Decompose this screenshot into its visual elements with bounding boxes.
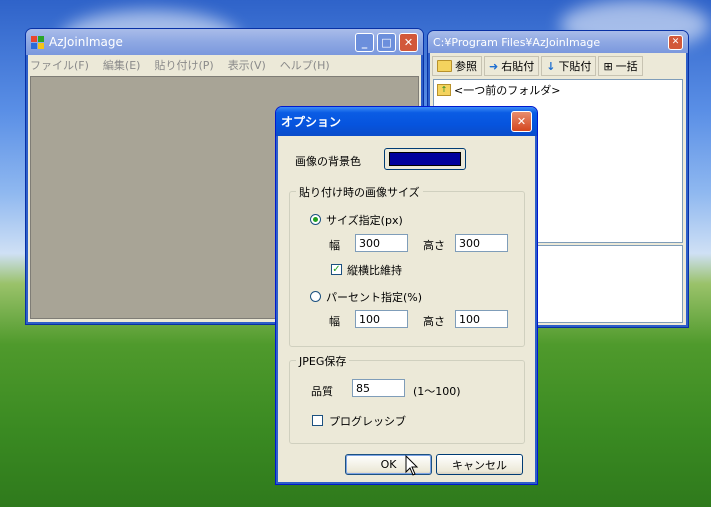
options-dialog-titlebar[interactable]: オプション ✕ [276,107,537,136]
batch-label: 一括 [615,60,638,73]
main-window-title: AzJoinImage [49,35,123,49]
percent-height-input[interactable]: 100 [455,310,508,328]
menu-file[interactable]: ファイル(F) [30,57,89,73]
height-input[interactable]: 300 [455,234,508,252]
close-icon: ✕ [403,35,414,49]
paste-down-label: 下貼付 [558,60,592,73]
folder-icon [437,60,452,72]
menu-paste[interactable]: 貼り付け(P) [154,57,213,73]
arrow-down-icon: ↓ [546,59,556,73]
percent-width-input[interactable]: 100 [355,310,408,328]
menu-view[interactable]: 表示(V) [228,57,266,73]
width-input[interactable]: 300 [355,234,408,252]
grid-icon: ⊞ [603,59,613,73]
menu-help[interactable]: ヘルプ(H) [280,57,330,73]
up-folder-icon: ↑ [437,84,451,96]
batch-button[interactable]: ⊞ 一括 [598,56,643,76]
quality-input[interactable]: 85 [352,379,405,397]
mouse-cursor-icon [405,455,419,476]
cancel-label: キャンセル [452,458,507,472]
progressive-label: プログレッシブ [329,415,406,428]
bg-color-label: 画像の背景色 [295,155,361,168]
bg-color-swatch [389,152,461,166]
browse-button[interactable]: 参照 [432,56,482,76]
minimize-icon: _ [361,35,368,49]
options-dialog-title: オプション [281,115,342,129]
bg-color-button[interactable] [384,148,466,170]
size-radio-label: サイズ指定(px) [326,214,403,227]
ok-label: OK [380,458,397,471]
jpeg-group: JPEG保存 [289,353,525,444]
width-label: 幅 [329,239,340,252]
quality-range-label: (1～100) [413,385,461,398]
paste-right-button[interactable]: ➜ 右貼付 [484,56,540,76]
app-icon [31,35,44,49]
main-menubar: ファイル(F) 編集(E) 貼り付け(P) 表示(V) ヘルプ(H) [26,55,423,75]
arrow-right-icon: ➜ [489,59,499,73]
jpeg-legend: JPEG保存 [296,353,350,369]
keep-ratio-checkbox[interactable]: ✓ [331,264,342,275]
close-button[interactable]: ✕ [399,32,418,52]
maximize-button[interactable]: □ [377,32,396,52]
percent-radio[interactable] [310,291,321,302]
cancel-button[interactable]: キャンセル [436,454,523,475]
browser-window-titlebar[interactable]: C:¥Program Files¥AzJoinImage ✕ [428,31,688,53]
paste-right-label: 右貼付 [501,60,535,73]
list-item[interactable]: ↑ <一つ前のフォルダ> [434,80,682,100]
height-label: 高さ [423,239,445,252]
percent-height-label: 高さ [423,315,445,328]
percent-width-label: 幅 [329,315,340,328]
close-icon: ✕ [671,37,680,47]
progressive-checkbox[interactable] [312,415,323,426]
parent-folder-label: <一つ前のフォルダ> [454,84,561,97]
paste-down-button[interactable]: ↓ 下貼付 [541,56,597,76]
keep-ratio-label: 縦横比維持 [347,264,402,277]
browser-toolbar: 参照 ➜ 右貼付 ↓ 下貼付 ⊞ 一括 [428,53,688,79]
paste-size-legend: 貼り付け時の画像サイズ [296,184,423,200]
quality-label: 品質 [311,385,333,398]
browser-close-button[interactable]: ✕ [668,34,683,50]
size-radio[interactable] [310,214,321,225]
dialog-close-button[interactable]: ✕ [511,111,532,132]
close-icon: ✕ [516,115,527,128]
percent-radio-label: パーセント指定(%) [326,291,423,304]
maximize-icon: □ [381,35,392,49]
menu-edit[interactable]: 編集(E) [103,57,141,73]
browse-label: 参照 [455,60,477,73]
options-dialog: オプション ✕ 画像の背景色 貼り付け時の画像サイズ サイズ指定(px) 幅 3… [275,106,538,485]
main-window-titlebar[interactable]: AzJoinImage _ □ ✕ [26,29,423,55]
minimize-button[interactable]: _ [355,32,374,52]
browser-window-title: C:¥Program Files¥AzJoinImage [433,35,601,49]
